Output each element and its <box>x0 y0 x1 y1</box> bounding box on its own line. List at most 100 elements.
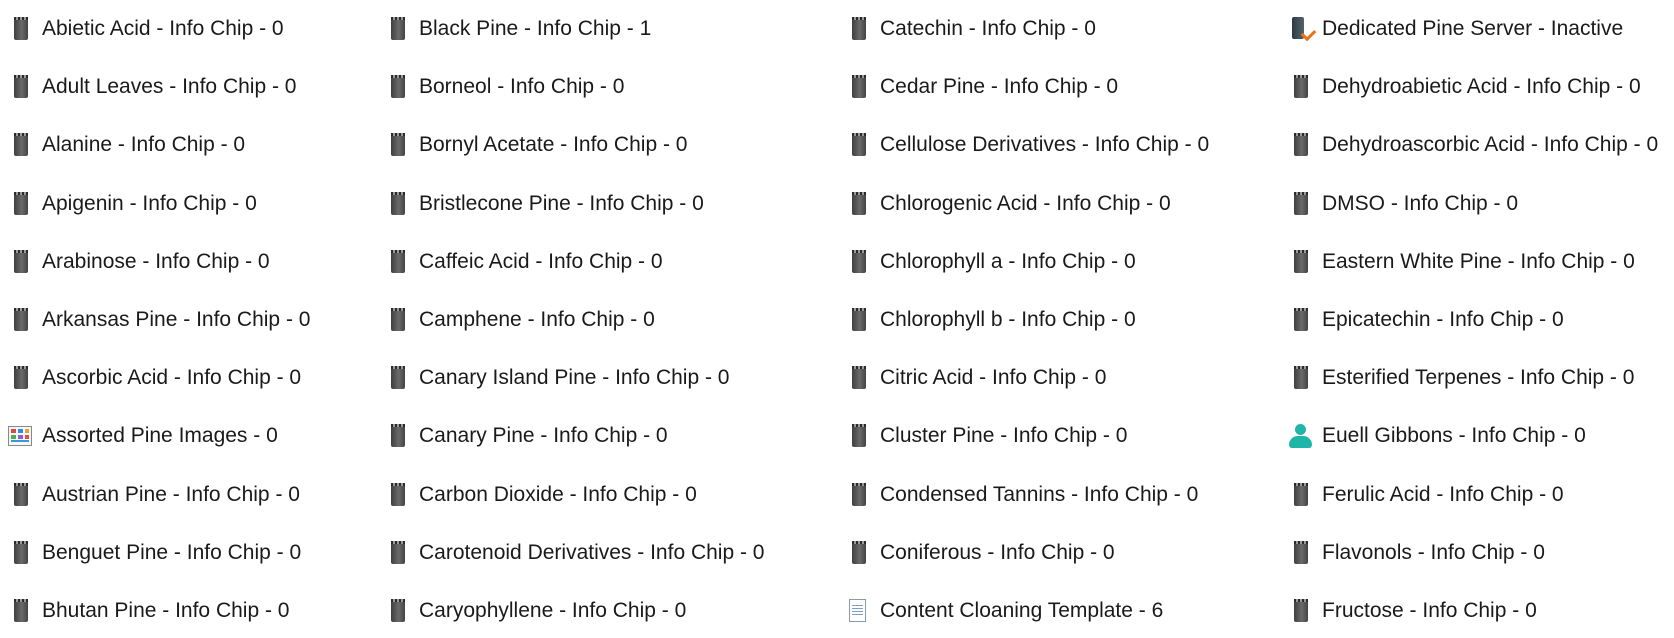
list-item[interactable]: Assorted Pine Images - 0 <box>8 409 278 463</box>
list-item[interactable]: Dehydroabietic Acid - Info Chip - 0 <box>1288 60 1641 114</box>
chip-icon <box>846 307 870 333</box>
chip-icon <box>1288 74 1312 100</box>
chip-icon <box>846 365 870 391</box>
chip-icon <box>385 540 409 566</box>
list-item-label: Cedar Pine - Info Chip - 0 <box>880 75 1119 99</box>
list-item[interactable]: Ferulic Acid - Info Chip - 0 <box>1288 468 1564 522</box>
chip-icon <box>846 423 870 449</box>
list-item-label: Apigenin - Info Chip - 0 <box>42 191 257 215</box>
list-item[interactable]: Cluster Pine - Info Chip - 0 <box>846 409 1127 463</box>
chip-icon <box>8 132 32 158</box>
list-item[interactable]: Chlorogenic Acid - Info Chip - 0 <box>846 177 1171 231</box>
list-item-label: Coniferous - Info Chip - 0 <box>880 540 1115 564</box>
list-item[interactable]: Coniferous - Info Chip - 0 <box>846 526 1115 580</box>
list-item[interactable]: Canary Island Pine - Info Chip - 0 <box>385 351 730 405</box>
list-item-label: Fructose - Info Chip - 0 <box>1322 599 1537 622</box>
chip-icon <box>8 307 32 333</box>
list-item-label: Abietic Acid - Info Chip - 0 <box>42 17 284 40</box>
list-item[interactable]: Content Cloaning Template - 6 <box>846 584 1163 638</box>
chip-icon <box>385 249 409 275</box>
list-item[interactable]: Euell Gibbons - Info Chip - 0 <box>1288 409 1586 463</box>
list-item-label: Assorted Pine Images - 0 <box>42 424 278 448</box>
chip-icon <box>1288 249 1312 275</box>
list-item[interactable]: Austrian Pine - Info Chip - 0 <box>8 468 300 522</box>
list-item[interactable]: Epicatechin - Info Chip - 0 <box>1288 293 1564 347</box>
list-item[interactable]: Bhutan Pine - Info Chip - 0 <box>8 584 289 638</box>
chip-icon <box>846 191 870 217</box>
list-item[interactable]: Borneol - Info Chip - 0 <box>385 60 624 114</box>
list-item[interactable]: Chlorophyll a - Info Chip - 0 <box>846 235 1136 289</box>
chip-icon <box>385 191 409 217</box>
chip-icon <box>8 365 32 391</box>
list-item[interactable]: DMSO - Info Chip - 0 <box>1288 177 1518 231</box>
list-item-label: Bhutan Pine - Info Chip - 0 <box>42 599 290 622</box>
list-item[interactable]: Adult Leaves - Info Chip - 0 <box>8 60 296 114</box>
list-item-label: Austrian Pine - Info Chip - 0 <box>42 482 300 506</box>
list-item-label: Content Cloaning Template - 6 <box>880 599 1164 622</box>
list-item[interactable]: Carbon Dioxide - Info Chip - 0 <box>385 468 697 522</box>
list-item[interactable]: Cellulose Derivatives - Info Chip - 0 <box>846 118 1209 172</box>
list-item-label: Arkansas Pine - Info Chip - 0 <box>42 308 311 331</box>
chip-icon <box>1288 132 1312 158</box>
list-item[interactable]: Dedicated Pine Server - Inactive <box>1288 2 1623 56</box>
chip-icon <box>846 249 870 275</box>
list-item[interactable]: Bornyl Acetate - Info Chip - 0 <box>385 118 687 172</box>
list-item[interactable]: Chlorophyll b - Info Chip - 0 <box>846 293 1136 347</box>
list-item-label: Cluster Pine - Info Chip - 0 <box>880 424 1128 448</box>
chip-icon <box>846 74 870 100</box>
list-item[interactable]: Eastern White Pine - Info Chip - 0 <box>1288 235 1635 289</box>
file-list-view: Abietic Acid - Info Chip - 0 Adult Leaves… <box>0 0 1674 637</box>
list-item[interactable]: Fructose - Info Chip - 0 <box>1288 584 1537 638</box>
list-item-label: Canary Island Pine - Info Chip - 0 <box>419 366 730 390</box>
chip-icon <box>8 249 32 275</box>
chip-icon <box>1288 598 1312 624</box>
list-item-label: Ascorbic Acid - Info Chip - 0 <box>42 366 302 390</box>
list-item[interactable]: Catechin - Info Chip - 0 <box>846 2 1096 56</box>
list-item[interactable]: Bristlecone Pine - Info Chip - 0 <box>385 177 704 231</box>
list-item[interactable]: Arabinose - Info Chip - 0 <box>8 235 270 289</box>
list-item[interactable]: Esterified Terpenes - Info Chip - 0 <box>1288 351 1634 405</box>
list-item[interactable]: Dehydroascorbic Acid - Info Chip - 0 <box>1288 118 1658 172</box>
list-item[interactable]: Camphene - Info Chip - 0 <box>385 293 655 347</box>
list-item-label: Benguet Pine - Info Chip - 0 <box>42 540 302 564</box>
chip-icon <box>385 482 409 508</box>
list-item-label: Camphene - Info Chip - 0 <box>419 308 655 331</box>
chip-icon <box>8 16 32 42</box>
list-item-label: DMSO - Info Chip - 0 <box>1322 191 1519 215</box>
list-item-label: Arabinose - Info Chip - 0 <box>42 249 270 273</box>
list-item-label: Carotenoid Derivatives - Info Chip - 0 <box>419 540 765 564</box>
chip-icon <box>846 482 870 508</box>
list-item[interactable]: Ascorbic Acid - Info Chip - 0 <box>8 351 301 405</box>
list-item[interactable]: Canary Pine - Info Chip - 0 <box>385 409 668 463</box>
list-item[interactable]: Citric Acid - Info Chip - 0 <box>846 351 1106 405</box>
list-item-label: Chlorophyll b - Info Chip - 0 <box>880 308 1136 331</box>
list-item[interactable]: Caryophyllene - Info Chip - 0 <box>385 584 686 638</box>
list-item-label: Caffeic Acid - Info Chip - 0 <box>419 249 663 273</box>
list-item[interactable]: Alanine - Info Chip - 0 <box>8 118 245 172</box>
list-item-label: Citric Acid - Info Chip - 0 <box>880 366 1107 390</box>
list-item-label: Chlorophyll a - Info Chip - 0 <box>880 249 1136 273</box>
chip-icon <box>8 540 32 566</box>
chip-icon <box>1288 365 1312 391</box>
chip-icon <box>385 423 409 449</box>
list-item-label: Ferulic Acid - Info Chip - 0 <box>1322 482 1564 506</box>
list-item[interactable]: Flavonols - Info Chip - 0 <box>1288 526 1545 580</box>
chip-icon <box>385 16 409 42</box>
list-item[interactable]: Caffeic Acid - Info Chip - 0 <box>385 235 663 289</box>
list-item[interactable]: Benguet Pine - Info Chip - 0 <box>8 526 301 580</box>
server-icon <box>1288 16 1312 42</box>
list-item-label: Catechin - Info Chip - 0 <box>880 17 1096 40</box>
list-item-label: Epicatechin - Info Chip - 0 <box>1322 308 1564 331</box>
chip-icon <box>385 307 409 333</box>
list-item[interactable]: Black Pine - Info Chip - 1 <box>385 2 651 56</box>
list-item[interactable]: Abietic Acid - Info Chip - 0 <box>8 2 284 56</box>
list-item-label: Esterified Terpenes - Info Chip - 0 <box>1322 366 1635 390</box>
list-item[interactable]: Apigenin - Info Chip - 0 <box>8 177 257 231</box>
list-item[interactable]: Carotenoid Derivatives - Info Chip - 0 <box>385 526 765 580</box>
list-item-label: Caryophyllene - Info Chip - 0 <box>419 599 687 622</box>
images-icon <box>8 423 32 449</box>
chip-icon <box>8 598 32 624</box>
list-item[interactable]: Cedar Pine - Info Chip - 0 <box>846 60 1118 114</box>
list-item[interactable]: Arkansas Pine - Info Chip - 0 <box>8 293 310 347</box>
list-item[interactable]: Condensed Tannins - Info Chip - 0 <box>846 468 1198 522</box>
